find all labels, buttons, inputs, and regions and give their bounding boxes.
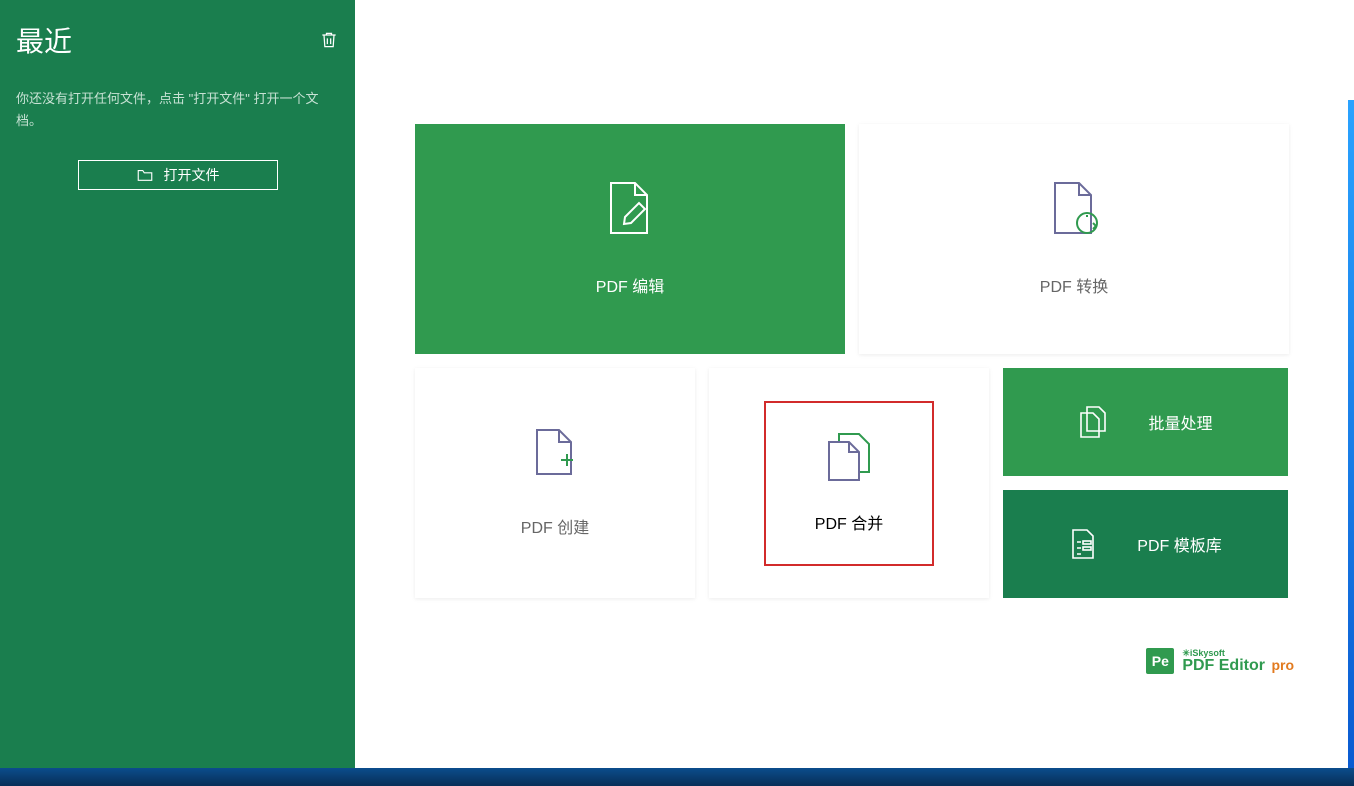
tile-label: PDF 编辑 xyxy=(596,273,664,297)
app-root: 最近 你还没有打开任何文件，点击 "打开文件" 打开一个文档。 打开文件 PDF… xyxy=(0,0,1354,768)
convert-doc-icon xyxy=(1049,181,1099,237)
batch-icon xyxy=(1078,405,1108,439)
tile-label: PDF 合并 xyxy=(815,510,883,534)
tile-row-bottom: PDF 创建 PDF 合并 批量处理 xyxy=(415,368,1294,598)
tile-stack-right: 批量处理 PDF 模板库 xyxy=(1003,368,1288,598)
open-file-button[interactable]: 打开文件 xyxy=(78,160,278,190)
brand-edition: pro xyxy=(1271,657,1294,673)
tile-merge-highlight: PDF 合并 xyxy=(764,401,934,566)
tile-label: 批量处理 xyxy=(1148,410,1212,434)
edit-doc-icon xyxy=(605,181,655,237)
tile-label: PDF 模板库 xyxy=(1137,532,1221,556)
template-icon xyxy=(1069,528,1097,560)
tile-template-library[interactable]: PDF 模板库 xyxy=(1003,490,1288,598)
brand-badge: Pe xyxy=(1146,648,1174,674)
brand-text: ✳iSkysoft PDF Editor pro xyxy=(1182,649,1294,674)
sidebar: 最近 你还没有打开任何文件，点击 "打开文件" 打开一个文档。 打开文件 xyxy=(0,0,355,768)
taskbar xyxy=(0,768,1354,786)
sidebar-title: 最近 xyxy=(16,20,72,60)
sidebar-header: 最近 xyxy=(16,20,339,60)
main-area: PDF 编辑 PDF 转换 PDF 创建 xyxy=(355,0,1354,768)
brand-product: PDF Editor xyxy=(1182,657,1265,674)
tile-label: PDF 创建 xyxy=(521,514,589,538)
tile-pdf-merge[interactable]: PDF 合并 xyxy=(709,368,989,598)
sidebar-hint: 你还没有打开任何文件，点击 "打开文件" 打开一个文档。 xyxy=(16,88,339,132)
window-edge-right xyxy=(1348,100,1354,768)
tile-batch-process[interactable]: 批量处理 xyxy=(1003,368,1288,476)
tile-row-top: PDF 编辑 PDF 转换 xyxy=(415,124,1294,354)
folder-icon xyxy=(136,167,154,183)
open-file-label: 打开文件 xyxy=(164,165,220,185)
brand-logo: Pe ✳iSkysoft PDF Editor pro xyxy=(1146,648,1294,674)
tile-pdf-create[interactable]: PDF 创建 xyxy=(415,368,695,598)
tile-pdf-convert[interactable]: PDF 转换 xyxy=(859,124,1289,354)
trash-icon[interactable] xyxy=(319,29,339,51)
tile-label: PDF 转换 xyxy=(1040,273,1108,297)
create-doc-icon xyxy=(533,428,577,478)
merge-doc-icon xyxy=(825,432,873,482)
tile-pdf-edit[interactable]: PDF 编辑 xyxy=(415,124,845,354)
